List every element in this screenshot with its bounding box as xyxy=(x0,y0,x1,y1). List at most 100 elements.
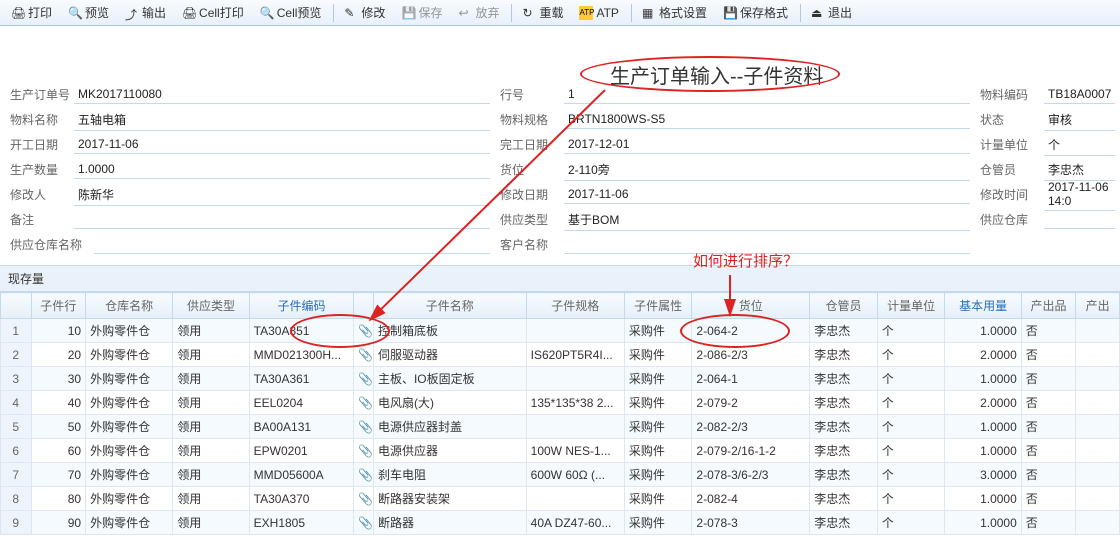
cell[interactable]: 外购零件仓 xyxy=(86,463,173,487)
val-qty[interactable]: 1.0000 xyxy=(74,160,490,179)
cell[interactable]: 1.0000 xyxy=(945,415,1021,439)
attachment-icon[interactable]: 📎 xyxy=(358,516,373,530)
cell[interactable]: 2-064-2 xyxy=(692,319,810,343)
cell[interactable]: 李忠杰 xyxy=(810,343,878,367)
val-startdate[interactable]: 2017-11-06 xyxy=(74,135,490,154)
cell[interactable]: 📎 xyxy=(354,319,374,343)
col-header[interactable]: 供应类型 xyxy=(173,293,249,319)
cell[interactable]: 1 xyxy=(1,319,32,343)
cell[interactable]: 135*135*38 2... xyxy=(526,391,624,415)
grid-tab[interactable]: 现存量 xyxy=(0,266,1120,292)
cell[interactable]: 采购件 xyxy=(624,343,692,367)
cell[interactable]: 📎 xyxy=(354,463,374,487)
cell[interactable] xyxy=(526,367,624,391)
reload-button[interactable]: ↻重载 xyxy=(515,1,570,24)
table-row[interactable]: 770外购零件仓领用MMD05600A📎刹车电阻600W 60Ω (...采购件… xyxy=(1,463,1120,487)
col-header[interactable]: 子件规格 xyxy=(526,293,624,319)
cell[interactable]: 70 xyxy=(31,463,86,487)
cell[interactable]: 2-082-2/3 xyxy=(692,415,810,439)
table-row[interactable]: 990外购零件仓领用EXH1805📎断路器40A DZ47-60...采购件2-… xyxy=(1,511,1120,535)
cell[interactable]: 否 xyxy=(1021,415,1076,439)
cell[interactable]: 6 xyxy=(1,439,32,463)
cell[interactable]: 4 xyxy=(1,391,32,415)
cell[interactable] xyxy=(526,319,624,343)
cell[interactable]: 李忠杰 xyxy=(810,367,878,391)
cell[interactable]: 2-078-3/6-2/3 xyxy=(692,463,810,487)
cell[interactable] xyxy=(1076,319,1120,343)
attachment-icon[interactable]: 📎 xyxy=(358,444,373,458)
cell[interactable]: 领用 xyxy=(173,415,249,439)
cell[interactable]: 采购件 xyxy=(624,439,692,463)
val-uom[interactable]: 个 xyxy=(1044,134,1115,156)
cell[interactable]: 📎 xyxy=(354,511,374,535)
cell[interactable]: MMD021300H... xyxy=(249,343,354,367)
cell[interactable]: 否 xyxy=(1021,319,1076,343)
col-header[interactable]: 仓管员 xyxy=(810,293,878,319)
cell[interactable]: 60 xyxy=(31,439,86,463)
cell[interactable]: 2-064-1 xyxy=(692,367,810,391)
cell[interactable]: 个 xyxy=(877,439,945,463)
col-header[interactable]: 子件属性 xyxy=(624,293,692,319)
cell[interactable]: 30 xyxy=(31,367,86,391)
cell[interactable]: 40 xyxy=(31,391,86,415)
cell[interactable]: 600W 60Ω (... xyxy=(526,463,624,487)
attachment-icon[interactable]: 📎 xyxy=(358,348,373,362)
cell[interactable]: 📎 xyxy=(354,415,374,439)
cell[interactable]: 个 xyxy=(877,367,945,391)
cell[interactable] xyxy=(526,415,624,439)
col-header[interactable]: 产出品 xyxy=(1021,293,1076,319)
cell[interactable]: 李忠杰 xyxy=(810,511,878,535)
cell[interactable]: 5 xyxy=(1,415,32,439)
val-modtime[interactable]: 2017-11-06 14:0 xyxy=(1044,178,1115,211)
cell[interactable]: 2.0000 xyxy=(945,391,1021,415)
table-row[interactable]: 880外购零件仓领用TA30A370📎断路器安装架采购件2-082-4李忠杰个1… xyxy=(1,487,1120,511)
col-header[interactable]: 子件行 xyxy=(31,293,86,319)
cell[interactable]: EEL0204 xyxy=(249,391,354,415)
format-button[interactable]: ▦格式设置 xyxy=(635,1,714,24)
val-suptype[interactable]: 基于BOM xyxy=(564,209,970,231)
table-row[interactable]: 220外购零件仓领用MMD021300H...📎伺服驱动器IS620PT5R4I… xyxy=(1,343,1120,367)
col-header[interactable]: 基本用量 xyxy=(945,293,1021,319)
cell[interactable] xyxy=(1076,415,1120,439)
cell[interactable]: 断路器安装架 xyxy=(373,487,526,511)
val-status[interactable]: 审核 xyxy=(1044,109,1115,131)
cell[interactable]: 采购件 xyxy=(624,463,692,487)
cell[interactable]: 2-079-2 xyxy=(692,391,810,415)
val-supwh[interactable] xyxy=(1044,211,1115,229)
cell[interactable]: 领用 xyxy=(173,463,249,487)
cell[interactable]: 否 xyxy=(1021,463,1076,487)
val-remark[interactable] xyxy=(74,211,490,229)
cell[interactable]: 1.0000 xyxy=(945,319,1021,343)
save-format-button[interactable]: 💾保存格式 xyxy=(716,1,795,24)
cell[interactable]: 90 xyxy=(31,511,86,535)
cell[interactable]: 20 xyxy=(31,343,86,367)
cell[interactable]: 外购零件仓 xyxy=(86,343,173,367)
cell[interactable]: TA30A370 xyxy=(249,487,354,511)
discard-button[interactable]: ↩放弃 xyxy=(451,1,506,24)
cell[interactable]: 1.0000 xyxy=(945,511,1021,535)
cell[interactable]: 采购件 xyxy=(624,391,692,415)
cell[interactable]: 个 xyxy=(877,343,945,367)
cell[interactable]: 否 xyxy=(1021,439,1076,463)
attachment-icon[interactable]: 📎 xyxy=(358,420,373,434)
cell[interactable]: 📎 xyxy=(354,439,374,463)
cell[interactable]: 伺服驱动器 xyxy=(373,343,526,367)
cell[interactable] xyxy=(1076,487,1120,511)
cell-print-button[interactable]: 🖨Cell打印 xyxy=(175,1,251,24)
cell[interactable]: 2-082-4 xyxy=(692,487,810,511)
cell[interactable]: 外购零件仓 xyxy=(86,487,173,511)
cell[interactable]: 📎 xyxy=(354,391,374,415)
val-orderno[interactable]: MK2017110080 xyxy=(74,85,490,104)
cell[interactable]: 2-078-3 xyxy=(692,511,810,535)
cell[interactable]: 领用 xyxy=(173,487,249,511)
table-row[interactable]: 110外购零件仓领用TA30A351📎控制箱底板采购件2-064-2李忠杰个1.… xyxy=(1,319,1120,343)
cell[interactable]: EXH1805 xyxy=(249,511,354,535)
cell[interactable] xyxy=(1076,343,1120,367)
cell-preview-button[interactable]: 🔍Cell预览 xyxy=(253,1,329,24)
cell[interactable]: 领用 xyxy=(173,343,249,367)
cell[interactable]: 8 xyxy=(1,487,32,511)
table-row[interactable]: 440外购零件仓领用EEL0204📎电风扇(大)135*135*38 2...采… xyxy=(1,391,1120,415)
cell[interactable]: 2 xyxy=(1,343,32,367)
cell[interactable]: 李忠杰 xyxy=(810,439,878,463)
cell[interactable]: 电源供应器封盖 xyxy=(373,415,526,439)
